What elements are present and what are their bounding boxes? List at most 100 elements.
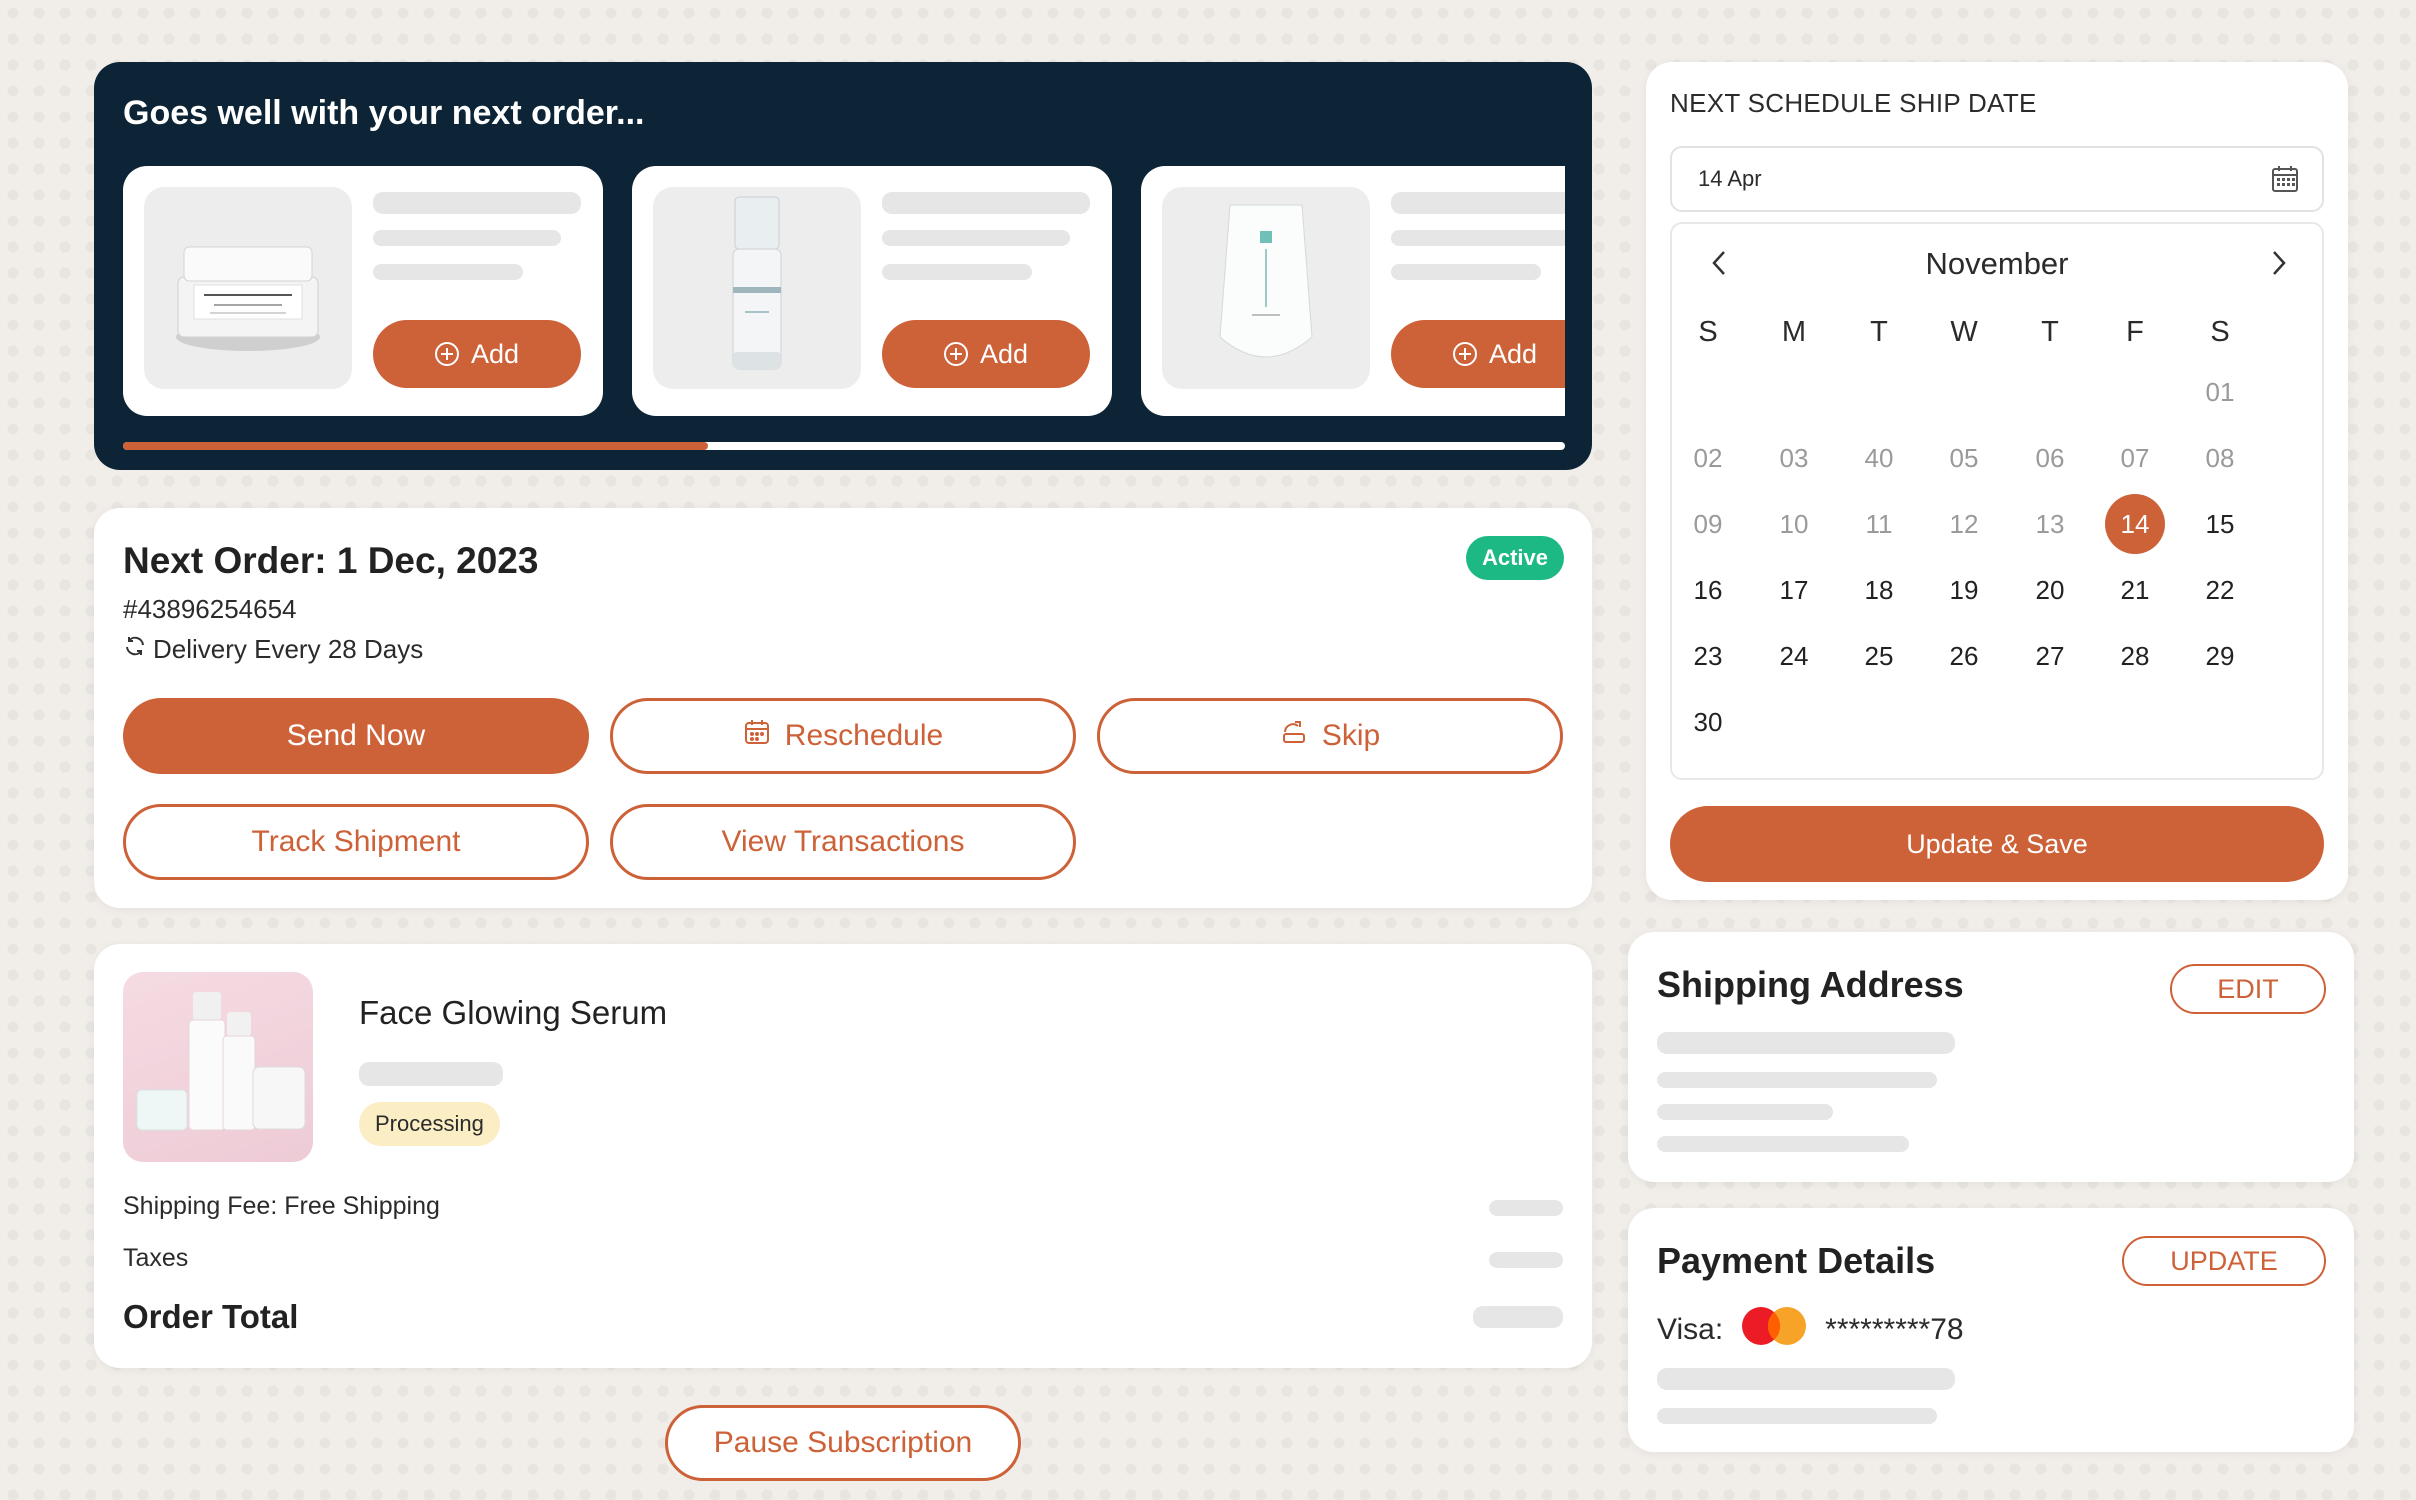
- shipping-address-title: Shipping Address: [1657, 964, 1964, 1005]
- shipping-address-card: Shipping Address EDIT: [1628, 932, 2354, 1182]
- calendar-day[interactable]: 15: [2190, 494, 2250, 554]
- calendar-day[interactable]: 20: [2020, 560, 2080, 620]
- calendar-day[interactable]: 40: [1849, 428, 1909, 488]
- product-card[interactable]: Add: [123, 166, 603, 416]
- add-label: Add: [1488, 338, 1538, 369]
- calendar-day[interactable]: 05: [1934, 428, 1994, 488]
- add-label: Add: [979, 338, 1029, 369]
- track-shipment-button[interactable]: Track Shipment: [123, 804, 589, 880]
- product-card[interactable]: Add: [632, 166, 1112, 416]
- weekday-header: W: [1950, 316, 1978, 348]
- calendar-day[interactable]: 29: [2190, 626, 2250, 686]
- calendar-day[interactable]: 16: [1678, 560, 1738, 620]
- product-image: [144, 187, 352, 389]
- product-image: [653, 187, 861, 389]
- calendar-icon[interactable]: [2270, 164, 2300, 200]
- ship-date-input[interactable]: 14 Apr: [1670, 146, 2324, 212]
- card-row: Visa: *********78: [1657, 1306, 1964, 1354]
- add-label: Add: [470, 338, 520, 369]
- calendar-icon: [743, 718, 771, 754]
- weekday-header: S: [1698, 316, 1718, 348]
- update-save-label: Update & Save: [1906, 828, 2088, 859]
- calendar-day-selected[interactable]: 14: [2105, 494, 2165, 554]
- calendar-day[interactable]: 21: [2105, 560, 2165, 620]
- calendar-day[interactable]: 06: [2020, 428, 2080, 488]
- order-item-card: Face Glowing Serum Processing Shipping F…: [94, 944, 1592, 1368]
- calendar-day[interactable]: 18: [1849, 560, 1909, 620]
- upsell-title: Goes well with your next order...: [123, 94, 645, 132]
- skip-icon: [1280, 718, 1308, 754]
- plus-circle-icon: [1452, 342, 1477, 366]
- next-order-title: Next Order: 1 Dec, 2023: [123, 540, 539, 581]
- calendar-day[interactable]: 13: [2020, 494, 2080, 554]
- plus-circle-icon: [434, 342, 459, 366]
- calendar-day[interactable]: 01: [2190, 362, 2250, 422]
- calendar-day[interactable]: 17: [1764, 560, 1824, 620]
- calendar-day[interactable]: 10: [1764, 494, 1824, 554]
- card-label: Visa:: [1657, 1313, 1724, 1346]
- calendar-month: November: [1925, 246, 2069, 281]
- delivery-frequency: Delivery Every 28 Days: [123, 634, 423, 665]
- schedule-card: NEXT SCHEDULE SHIP DATE 14 Apr November …: [1646, 62, 2348, 900]
- calendar-day[interactable]: 30: [1678, 692, 1738, 752]
- chevron-right-icon[interactable]: [2266, 246, 2290, 289]
- mastercard-icon: [1741, 1306, 1807, 1354]
- view-transactions-label: View Transactions: [721, 825, 965, 858]
- add-button[interactable]: Add: [373, 320, 581, 388]
- next-order-card: Next Order: 1 Dec, 2023 Active #43896254…: [94, 508, 1592, 908]
- upsell-panel: Goes well with your next order... Add Ad…: [94, 62, 1592, 470]
- calendar-day[interactable]: 12: [1934, 494, 1994, 554]
- status-badge: Active: [1466, 536, 1564, 580]
- product-image: [123, 972, 313, 1162]
- payment-details-card: Payment Details UPDATE Visa: *********78: [1628, 1208, 2354, 1452]
- update-button[interactable]: UPDATE: [2122, 1236, 2326, 1286]
- edit-button[interactable]: EDIT: [2170, 964, 2326, 1014]
- calendar-day[interactable]: 27: [2020, 626, 2080, 686]
- calendar-day[interactable]: 28: [2105, 626, 2165, 686]
- weekday-header: T: [1870, 316, 1888, 348]
- calendar-day[interactable]: 26: [1934, 626, 1994, 686]
- refresh-icon: [123, 634, 147, 665]
- order-total-label: Order Total: [123, 1298, 299, 1335]
- calendar-day[interactable]: 25: [1849, 626, 1909, 686]
- delivery-frequency-text: Delivery Every 28 Days: [153, 634, 424, 664]
- update-label: UPDATE: [2170, 1245, 2278, 1276]
- weekday-header: F: [2126, 316, 2144, 348]
- payment-details-title: Payment Details: [1657, 1240, 1936, 1281]
- view-transactions-button[interactable]: View Transactions: [610, 804, 1076, 880]
- pause-subscription-label: Pause Subscription: [713, 1426, 973, 1459]
- skip-label: Skip: [1321, 719, 1381, 752]
- processing-badge: Processing: [359, 1102, 500, 1146]
- reschedule-label: Reschedule: [784, 719, 944, 752]
- calendar-day[interactable]: 02: [1678, 428, 1738, 488]
- calendar-day[interactable]: 07: [2105, 428, 2165, 488]
- send-now-button[interactable]: Send Now: [123, 698, 589, 774]
- calendar-day[interactable]: 23: [1678, 626, 1738, 686]
- calendar-dropdown: November S M T W T F S 01 02 03 40 05 06 07 08 09 10 11 12…: [1670, 222, 2324, 780]
- weekday-header: T: [2041, 316, 2059, 348]
- calendar-day[interactable]: 11: [1849, 494, 1909, 554]
- calendar-day[interactable]: 24: [1764, 626, 1824, 686]
- add-button[interactable]: Add: [882, 320, 1090, 388]
- calendar-day[interactable]: 03: [1764, 428, 1824, 488]
- card-number: *********78: [1825, 1313, 1964, 1346]
- carousel-scroll-thumb[interactable]: [123, 442, 708, 450]
- skip-button[interactable]: Skip: [1097, 698, 1563, 774]
- pause-subscription-button[interactable]: Pause Subscription: [665, 1405, 1021, 1481]
- send-now-label: Send Now: [286, 719, 426, 752]
- reschedule-button[interactable]: Reschedule: [610, 698, 1076, 774]
- calendar-day[interactable]: 19: [1934, 560, 1994, 620]
- calendar-day[interactable]: 09: [1678, 494, 1738, 554]
- track-shipment-label: Track Shipment: [251, 825, 461, 858]
- product-image: [1162, 187, 1370, 389]
- calendar-day[interactable]: 08: [2190, 428, 2250, 488]
- product-card[interactable]: Add: [1141, 166, 1592, 416]
- plus-circle-icon: [943, 342, 968, 366]
- order-number: #43896254654: [123, 594, 297, 624]
- update-save-button[interactable]: Update & Save: [1670, 806, 2324, 882]
- add-button[interactable]: Add: [1391, 320, 1592, 388]
- shipping-fee: Shipping Fee: Free Shipping: [123, 1192, 440, 1220]
- schedule-label: NEXT SCHEDULE SHIP DATE: [1670, 88, 2037, 118]
- calendar-day[interactable]: 22: [2190, 560, 2250, 620]
- ship-date-value: 14 Apr: [1698, 166, 1762, 191]
